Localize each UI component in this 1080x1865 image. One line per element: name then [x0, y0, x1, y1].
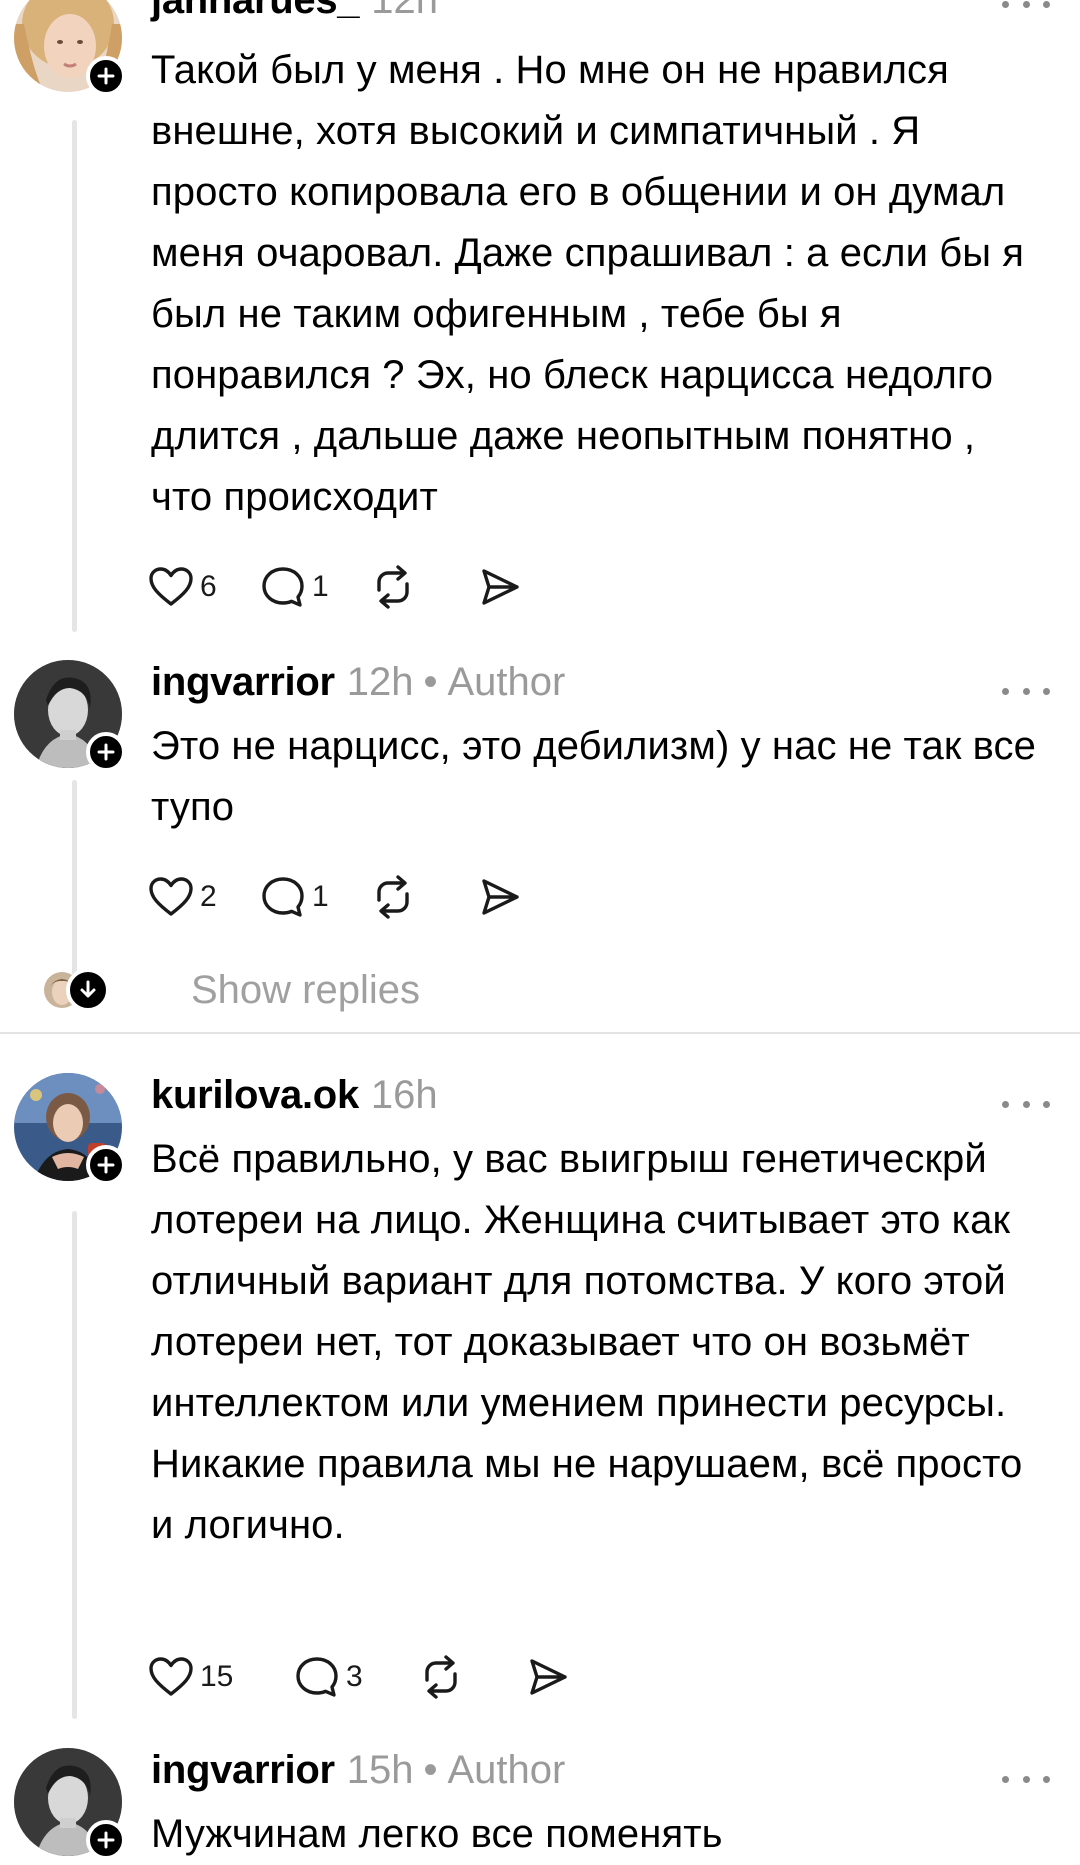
- comment-icon: [262, 877, 304, 917]
- share-icon: [482, 879, 519, 915]
- like-count: 15: [200, 1660, 234, 1693]
- post-actions: 15 3: [148, 1652, 570, 1702]
- share-icon: [482, 569, 519, 605]
- separator: •: [423, 1748, 438, 1792]
- repost-icon: [377, 875, 409, 919]
- reply-button[interactable]: 1: [260, 565, 370, 609]
- arrow-down-icon: [66, 968, 110, 1012]
- author-label: Author: [447, 1748, 566, 1792]
- threads-feed: jannarues_ 12h Такой был у меня . Но мне…: [0, 0, 1080, 1865]
- username[interactable]: jannarues_: [151, 0, 360, 23]
- comment-icon: [296, 1657, 338, 1697]
- post-text: Всё правильно, у вас выигрыш генетическр…: [151, 1137, 1023, 1547]
- post-text: Такой был у меня . Но мне он не нравился…: [151, 48, 1025, 519]
- heart-icon: [149, 877, 193, 916]
- divider: [0, 1032, 1080, 1034]
- username[interactable]: kurilova.ok: [151, 1073, 359, 1118]
- reply-button[interactable]: 1: [260, 875, 370, 919]
- reply-avatars: [40, 966, 155, 1014]
- more-options-icon[interactable]: [1002, 0, 1050, 14]
- post-actions: 6 1: [148, 562, 522, 612]
- post-header: ingvarrior 12h • Author: [151, 660, 1050, 714]
- separator: •: [423, 660, 438, 704]
- more-options-icon[interactable]: [1002, 1769, 1050, 1789]
- post-actions: 2 1: [148, 872, 522, 922]
- heart-icon: [149, 567, 193, 606]
- share-button[interactable]: [478, 875, 522, 919]
- more-options-icon[interactable]: [1002, 1094, 1050, 1114]
- post-header: jannarues_ 12h: [151, 0, 1050, 32]
- share-button[interactable]: [526, 1655, 570, 1699]
- timestamp: 12h: [371, 0, 438, 22]
- post-text: Мужчинам легко все поменять: [151, 1812, 723, 1856]
- timestamp: 16h: [370, 1073, 438, 1117]
- heart-icon: [149, 1657, 193, 1696]
- username[interactable]: ingvarrior: [151, 660, 335, 705]
- like-count: 2: [200, 880, 217, 913]
- reply-count: 1: [312, 570, 329, 603]
- follow-plus-icon[interactable]: [86, 1145, 126, 1185]
- follow-plus-icon[interactable]: [86, 732, 126, 772]
- share-button[interactable]: [478, 565, 522, 609]
- reply-count: 3: [346, 1660, 363, 1693]
- thread-line: [72, 780, 77, 976]
- repost-icon: [425, 1655, 457, 1699]
- repost-button[interactable]: [418, 1654, 526, 1700]
- timestamp: 15h: [346, 1748, 414, 1792]
- post-text: Это не нарцисс, это дебилизм) у нас не т…: [151, 724, 1036, 829]
- comment-icon: [262, 567, 304, 607]
- follow-plus-icon[interactable]: [86, 1820, 126, 1860]
- like-button[interactable]: 15: [148, 1656, 294, 1698]
- follow-plus-icon[interactable]: [86, 56, 126, 96]
- like-count: 6: [200, 570, 217, 603]
- show-replies-button[interactable]: Show replies: [40, 960, 420, 1020]
- more-options-icon[interactable]: [1002, 681, 1050, 701]
- author-label: Author: [447, 660, 566, 704]
- repost-button[interactable]: [370, 874, 478, 920]
- username[interactable]: ingvarrior: [151, 1748, 335, 1793]
- reply-button[interactable]: 3: [294, 1655, 418, 1699]
- repost-button[interactable]: [370, 564, 478, 610]
- thread-line: [72, 1211, 77, 1719]
- reply-count: 1: [312, 880, 329, 913]
- share-icon: [530, 1659, 567, 1695]
- like-button[interactable]: 6: [148, 566, 260, 608]
- like-button[interactable]: 2: [148, 876, 260, 918]
- repost-icon: [377, 565, 409, 609]
- post-header: kurilova.ok 16h: [151, 1073, 1050, 1127]
- show-replies-label: Show replies: [191, 967, 421, 1012]
- thread-line: [72, 120, 77, 632]
- post-header: ingvarrior 15h • Author: [151, 1748, 1050, 1802]
- timestamp: 12h: [346, 660, 414, 704]
